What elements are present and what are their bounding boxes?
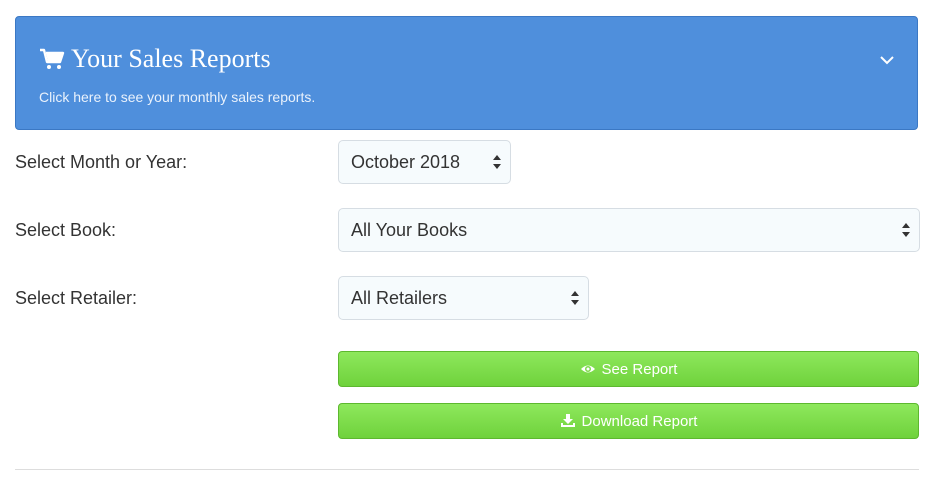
divider: [15, 469, 919, 470]
chevron-down-icon[interactable]: [879, 55, 895, 65]
eye-icon: [580, 365, 595, 373]
select-arrows-icon: [571, 291, 579, 305]
month-select-value: October 2018: [351, 151, 461, 172]
select-arrows-icon: [493, 155, 501, 169]
retailer-select-value: All Retailers: [351, 287, 448, 308]
panel-title: Your Sales Reports: [71, 44, 271, 73]
book-label: Select Book:: [15, 220, 117, 240]
download-report-label: Download Report: [581, 412, 698, 430]
retailer-select[interactable]: All Retailers: [338, 276, 589, 320]
month-label: Select Month or Year:: [15, 152, 188, 172]
month-select[interactable]: October 2018: [338, 140, 511, 184]
see-report-label: See Report: [601, 360, 678, 378]
retailer-label: Select Retailer:: [15, 288, 138, 308]
book-select-value: All Your Books: [351, 219, 468, 240]
panel-title-row: Your Sales Reports: [39, 43, 271, 75]
book-select[interactable]: All Your Books: [338, 208, 920, 252]
see-report-button[interactable]: See Report: [338, 351, 919, 387]
download-report-button[interactable]: Download Report: [338, 403, 919, 439]
select-arrows-icon: [902, 223, 910, 237]
download-icon: [560, 414, 575, 427]
shopping-cart-icon: [40, 48, 65, 69]
panel-subtitle: Click here to see your monthly sales rep…: [39, 89, 316, 105]
sales-reports-panel[interactable]: Your Sales Reports Click here to see you…: [15, 16, 918, 130]
